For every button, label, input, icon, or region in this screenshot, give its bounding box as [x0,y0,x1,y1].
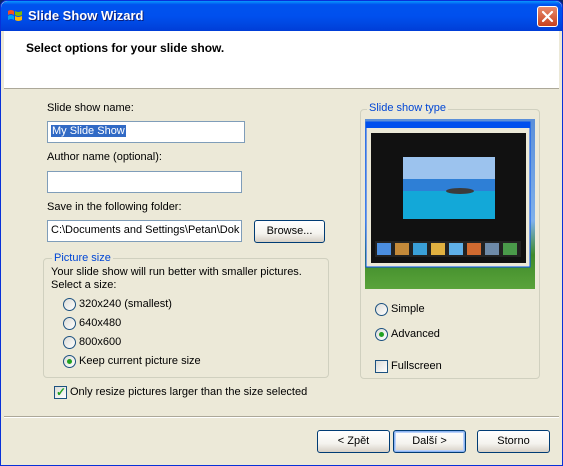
resize-checkbox-label[interactable]: Only resize pictures larger than the siz… [70,386,307,398]
wizard-window: Slide Show Wizard Select options for you… [0,0,563,466]
author-name-input[interactable] [47,171,242,193]
slide-show-preview-image [365,119,535,289]
type-option-label-0[interactable]: Simple [391,303,425,315]
size-option-radio-0[interactable] [63,298,76,311]
author-name-label: Author name (optional): [47,151,162,163]
fullscreen-label[interactable]: Fullscreen [391,360,442,372]
type-option-label-1[interactable]: Advanced [391,328,440,340]
checkmark-icon: ✓ [56,385,67,399]
slide-show-name-label: Slide show name: [47,102,134,114]
size-option-label-0[interactable]: 320x240 (smallest) [79,298,172,310]
type-option-radio-0[interactable] [375,303,388,316]
type-option-radio-1[interactable] [375,328,388,341]
header-title: Select options for your slide show. [26,41,225,55]
back-button[interactable]: < Zpět [317,430,390,453]
size-option-radio-1[interactable] [63,317,76,330]
fullscreen-checkbox[interactable] [375,360,388,373]
slide-show-name-value: My Slide Show [51,125,126,137]
close-button[interactable] [537,6,558,27]
size-option-radio-3[interactable] [63,355,76,368]
size-option-label-2[interactable]: 800x600 [79,336,121,348]
preview-illustration [365,121,531,268]
size-option-label-3[interactable]: Keep current picture size [79,355,201,367]
picture-size-title: Picture size [52,252,113,264]
next-button[interactable]: Další > [393,430,466,453]
windows-logo-icon [8,10,22,21]
size-option-label-1[interactable]: 640x480 [79,317,121,329]
title-bar[interactable]: Slide Show Wizard [1,1,562,31]
footer-separator [4,416,559,418]
wizard-header: Select options for your slide show. [4,31,559,89]
select-size-label: Select a size: [51,279,117,291]
window-title: Slide Show Wizard [28,8,144,23]
browse-button[interactable]: Browse... [254,220,325,243]
close-icon [541,10,554,23]
folder-label: Save in the following folder: [47,201,182,213]
slide-show-type-title: Slide show type [367,102,449,114]
resize-checkbox[interactable]: ✓ [54,385,67,399]
cancel-button[interactable]: Storno [477,430,550,453]
folder-path-input[interactable]: C:\Documents and Settings\Petan\Dok [47,220,242,242]
slide-show-name-input[interactable]: My Slide Show [47,121,245,143]
picture-size-description: Your slide show will run better with sma… [51,266,302,278]
size-option-radio-2[interactable] [63,336,76,349]
